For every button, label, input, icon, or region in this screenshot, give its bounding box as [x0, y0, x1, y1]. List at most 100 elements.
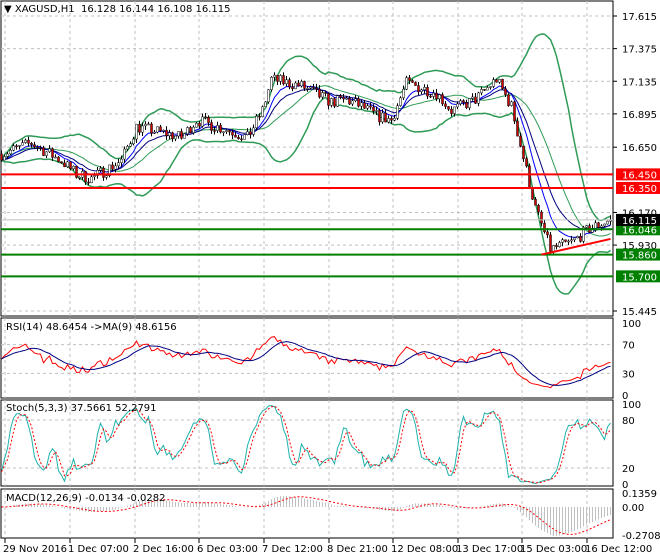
candle-body — [27, 139, 30, 144]
candle-body — [534, 199, 537, 206]
stoch-title: Stoch(5,3,3) 37.5661 52.2791 — [6, 403, 157, 414]
candle-body — [120, 158, 123, 163]
candle-body — [378, 110, 381, 123]
time-label: 12 Dec 08:00 — [391, 544, 458, 555]
candle-body — [414, 82, 417, 86]
candle-body — [30, 142, 33, 145]
price-label: 16.650 — [622, 143, 657, 154]
candle-body — [318, 88, 321, 98]
time-label: 29 Nov 2016 — [3, 544, 67, 555]
candle-body — [597, 222, 600, 228]
dropdown-triangle-icon[interactable]: ▼ — [4, 4, 12, 15]
candle-body — [240, 138, 243, 141]
candle-body — [78, 177, 81, 179]
candle-body — [126, 146, 129, 150]
candle-body — [501, 79, 504, 90]
candle-body — [285, 79, 288, 85]
candle-body — [279, 75, 282, 82]
candle-body — [312, 86, 315, 89]
candle-body — [99, 167, 102, 171]
candle-body — [483, 89, 486, 91]
candle-body — [252, 127, 255, 135]
candle-body — [246, 131, 249, 135]
candle-body — [432, 92, 435, 97]
candle-body — [300, 81, 303, 87]
candle-body — [207, 116, 210, 123]
candle-body — [471, 96, 474, 99]
candle-body — [468, 98, 471, 109]
candle-body — [399, 97, 402, 106]
candle-body — [360, 102, 363, 107]
candle-body — [243, 134, 246, 140]
candle-body — [15, 145, 18, 148]
candle-body — [456, 103, 459, 108]
candle-body — [117, 162, 120, 167]
candle-body — [579, 235, 582, 242]
candle-body — [435, 92, 438, 100]
level-label: 16.450 — [622, 170, 657, 181]
time-label: 8 Dec 21:00 — [327, 544, 388, 555]
time-label: 6 Dec 03:00 — [197, 544, 258, 555]
level-label: 16.350 — [622, 184, 657, 195]
candle-body — [519, 135, 522, 147]
chart-canvas[interactable]: 29 Nov 2016 1 Dec 07:00 2 Dec 16:00 6 Dec 0… — [0, 0, 660, 560]
candle-body — [6, 153, 9, 157]
candle-body — [363, 102, 366, 109]
stoch-tick: 20 — [622, 464, 635, 475]
candle-body — [447, 106, 450, 110]
candle-body — [405, 77, 408, 90]
candle-body — [72, 166, 75, 169]
candle-body — [222, 131, 225, 133]
candle-body — [138, 123, 141, 133]
candle-body — [477, 92, 480, 104]
candle-body — [492, 79, 495, 87]
candle-body — [540, 211, 543, 224]
candle-body — [396, 105, 399, 119]
macd-tick: 0.1359 — [622, 489, 657, 500]
candle-body — [114, 165, 117, 170]
candle-body — [489, 86, 492, 88]
price-label: 17.375 — [622, 45, 657, 56]
candle-body — [423, 87, 426, 91]
stoch-tick: 80 — [622, 416, 635, 427]
price-label: 16.895 — [622, 110, 657, 121]
candle-body — [171, 132, 174, 140]
candle-body — [42, 147, 45, 156]
candle-body — [420, 89, 423, 92]
candle-body — [375, 110, 378, 112]
open-value: 16.128 — [80, 4, 116, 15]
trading-chart-window: 29 Nov 2016 1 Dec 07:00 2 Dec 16:00 6 Dec 0… — [0, 0, 660, 560]
time-label: 15 Dec 03:00 — [520, 544, 587, 555]
price-label: 15.445 — [622, 307, 657, 318]
candle-body — [213, 130, 216, 132]
candle-body — [603, 223, 606, 227]
candle-body — [324, 92, 327, 94]
candle-body — [219, 125, 222, 133]
candle-body — [345, 97, 348, 100]
candle-body — [552, 245, 555, 252]
rsi-tick: 30 — [622, 369, 635, 380]
candle-body — [465, 102, 468, 109]
price-label: 17.615 — [622, 12, 657, 23]
level-label: 16.046 — [622, 225, 657, 236]
close-value: 16.115 — [195, 4, 231, 15]
candle-body — [180, 131, 183, 139]
candle-body — [159, 126, 162, 131]
candle-body — [498, 79, 501, 83]
candle-body — [261, 106, 264, 117]
candle-body — [237, 137, 240, 140]
candle-body — [441, 94, 444, 105]
low-value: 16.108 — [157, 4, 193, 15]
candle-body — [162, 129, 165, 132]
rsi-tick: 100 — [622, 319, 641, 330]
candle-body — [564, 239, 567, 242]
candle-body — [429, 95, 432, 98]
candle-body — [339, 95, 342, 98]
candle-body — [594, 222, 597, 229]
candle-body — [567, 240, 570, 243]
candle-body — [369, 105, 372, 108]
candle-body — [63, 162, 66, 168]
macd-tick: 0.00 — [622, 503, 644, 514]
candle-body — [57, 156, 60, 162]
candle-body — [102, 167, 105, 178]
